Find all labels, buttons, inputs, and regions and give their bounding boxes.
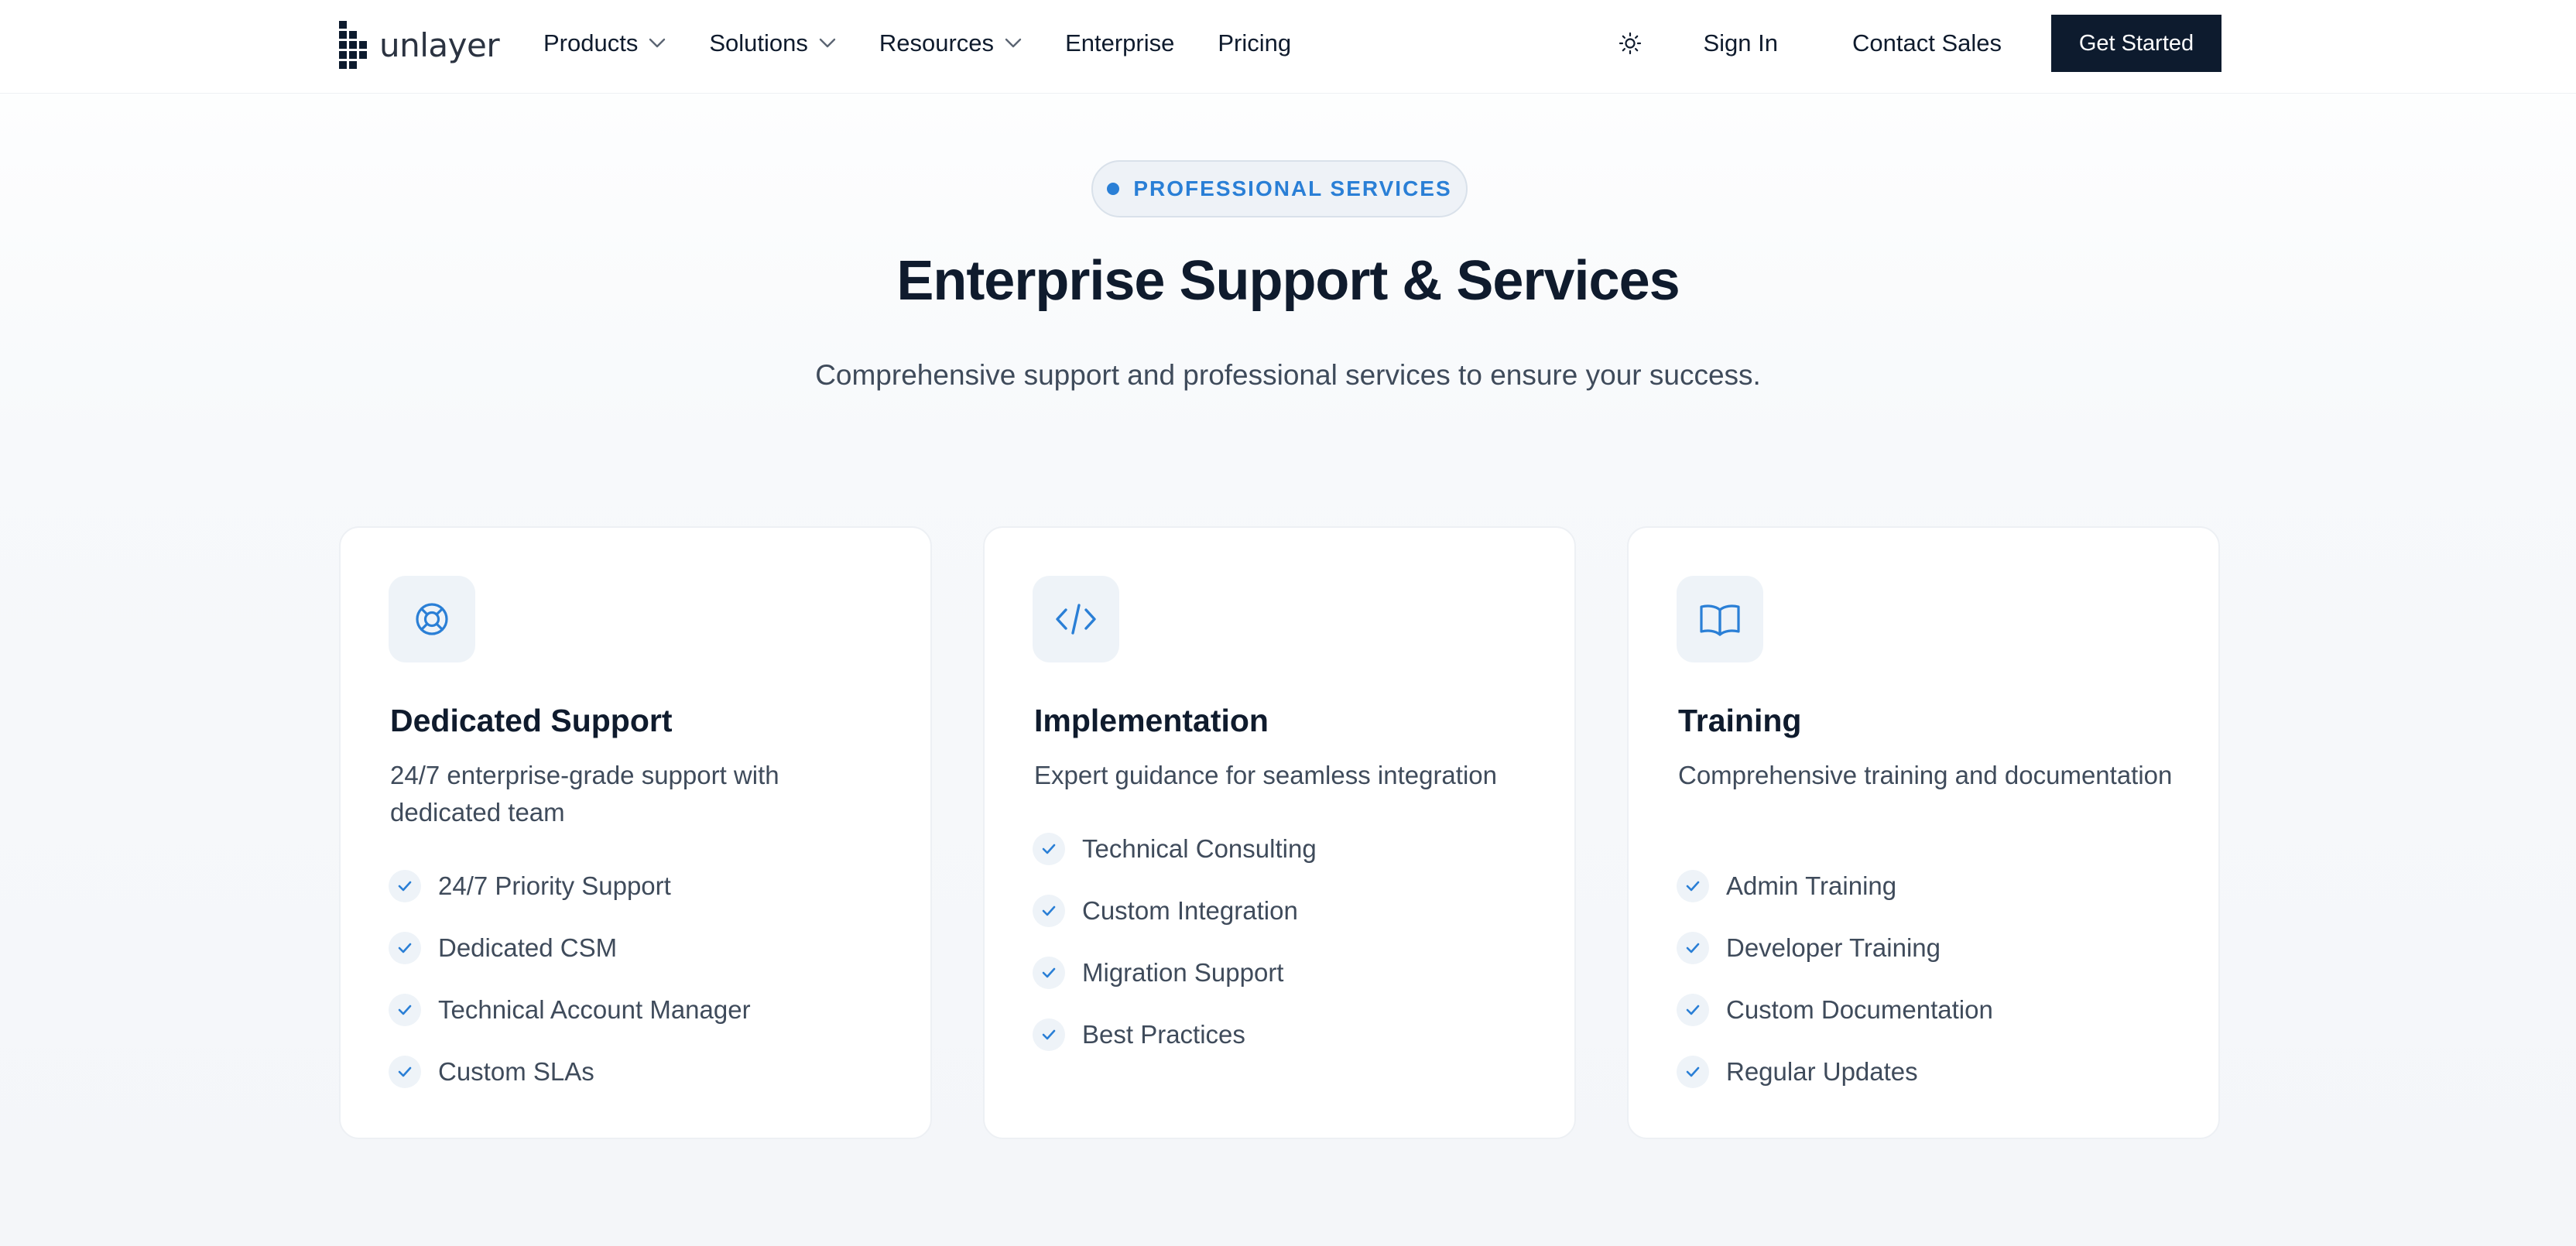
feature-item: Admin Training (1677, 855, 1993, 917)
nav-products-label: Products (543, 29, 639, 56)
feature-label: Admin Training (1726, 871, 1897, 900)
badge-label: PROFESSIONAL SERVICES (1133, 176, 1452, 200)
nav-actions: Sign In Contact Sales Get Started (1613, 0, 2221, 87)
nav-resources-label: Resources (879, 29, 995, 56)
check-icon (389, 870, 421, 902)
check-icon (389, 1056, 421, 1088)
book-open-icon (1700, 604, 1740, 636)
feature-label: Developer Training (1726, 933, 1941, 962)
top-navbar: unlayer Products Solutions Resources Ent… (0, 0, 2576, 94)
card-icon-box (1677, 576, 1763, 662)
logo-wordmark: unlayer (379, 26, 500, 64)
feature-label: 24/7 Priority Support (438, 871, 671, 900)
feature-item: Migration Support (1033, 942, 1317, 1004)
nav-solutions-label: Solutions (709, 29, 808, 56)
check-icon (1033, 895, 1065, 927)
card-training: Training Comprehensive training and docu… (1627, 526, 2220, 1139)
nav-pricing-label: Pricing (1218, 29, 1292, 56)
feature-item: Dedicated CSM (389, 917, 751, 979)
feature-item: Custom Documentation (1677, 979, 1993, 1041)
page-title: Enterprise Support & Services (896, 250, 1680, 312)
card-icon-box (389, 576, 475, 662)
card-description: Expert guidance for seamless integration (1034, 761, 1497, 789)
feature-item: Technical Account Manager (389, 979, 751, 1041)
nav-resources[interactable]: Resources (879, 29, 1022, 57)
feature-label: Technical Consulting (1082, 834, 1317, 863)
feature-item: Custom Integration (1033, 880, 1317, 942)
theme-toggle-button[interactable] (1613, 26, 1647, 60)
sign-in-link[interactable]: Sign In (1703, 29, 1778, 57)
feature-list: Admin Training Developer Training Custom… (1677, 855, 1993, 1103)
card-dedicated-support: Dedicated Support 24/7 enterprise-grade … (339, 526, 932, 1139)
feature-item: Technical Consulting (1033, 818, 1317, 880)
feature-list: Technical Consulting Custom Integration … (1033, 818, 1317, 1066)
card-implementation: Implementation Expert guidance for seaml… (983, 526, 1576, 1139)
life-buoy-icon (416, 603, 448, 635)
nav-enterprise-label: Enterprise (1065, 29, 1175, 56)
check-icon (1033, 833, 1065, 865)
card-icon-box (1033, 576, 1119, 662)
check-icon (389, 932, 421, 964)
check-icon (1033, 957, 1065, 989)
card-title: Training (1678, 703, 1802, 738)
feature-list: 24/7 Priority Support Dedicated CSM Tech… (389, 855, 751, 1103)
nav-products[interactable]: Products (543, 29, 666, 57)
feature-label: Technical Account Manager (438, 995, 751, 1024)
check-icon (1033, 1018, 1065, 1051)
feature-label: Regular Updates (1726, 1057, 1918, 1086)
section-badge: PROFESSIONAL SERVICES (1091, 160, 1468, 217)
code-icon (1056, 604, 1096, 635)
get-started-button[interactable]: Get Started (2051, 15, 2221, 72)
feature-label: Dedicated CSM (438, 933, 618, 962)
feature-item: Best Practices (1033, 1004, 1317, 1066)
contact-sales-link[interactable]: Contact Sales (1852, 29, 2002, 57)
primary-nav: Products Solutions Resources Enterprise … (543, 0, 1291, 87)
chevron-down-icon (649, 38, 666, 48)
chevron-down-icon (1005, 38, 1022, 48)
check-icon (1677, 994, 1709, 1026)
check-icon (1677, 870, 1709, 902)
badge-dot-icon (1107, 183, 1120, 195)
feature-item: Developer Training (1677, 917, 1993, 979)
check-icon (1677, 1056, 1709, 1088)
feature-label: Custom SLAs (438, 1057, 594, 1086)
card-title: Implementation (1034, 703, 1269, 738)
feature-item: Custom SLAs (389, 1041, 751, 1103)
check-icon (389, 994, 421, 1026)
card-description: 24/7 enterprise-grade support with dedic… (390, 761, 779, 827)
feature-label: Best Practices (1082, 1020, 1245, 1049)
feature-item: Regular Updates (1677, 1041, 1993, 1103)
feature-label: Migration Support (1082, 958, 1284, 987)
nav-solutions[interactable]: Solutions (709, 29, 836, 57)
sun-icon (1619, 32, 1642, 55)
page-subtitle: Comprehensive support and professional s… (815, 359, 1761, 391)
check-icon (1677, 932, 1709, 964)
nav-pricing[interactable]: Pricing (1218, 29, 1291, 57)
feature-label: Custom Documentation (1726, 995, 1993, 1024)
card-description: Comprehensive training and documentation (1678, 761, 2173, 789)
chevron-down-icon (819, 38, 836, 48)
card-title: Dedicated Support (390, 703, 673, 738)
feature-item: 24/7 Priority Support (389, 855, 751, 917)
unlayer-logo[interactable]: unlayer (339, 20, 500, 70)
feature-label: Custom Integration (1082, 896, 1298, 925)
nav-enterprise[interactable]: Enterprise (1065, 29, 1174, 57)
unlayer-logo-icon (339, 21, 367, 69)
